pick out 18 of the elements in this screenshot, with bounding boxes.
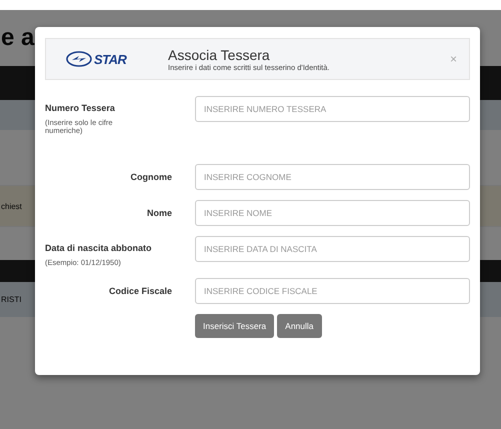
input-field[interactable]: INSERIRE NOME	[195, 200, 470, 226]
input-field[interactable]: INSERIRE CODICE FISCALE	[195, 278, 470, 304]
field-label: Codice Fiscale	[108, 286, 172, 296]
dialog-button[interactable]: Inserisci Tessera	[195, 314, 274, 338]
page-heading: e a	[1, 24, 34, 52]
input-field[interactable]: INSERIRE DATA DI NASCITA	[195, 236, 470, 262]
dialog-title: Associa Tessera	[168, 46, 271, 62]
logo-text: STAR	[94, 52, 126, 66]
input-field[interactable]: INSERIRE NUMERO TESSERA	[195, 96, 470, 122]
table-header: RISTI	[1, 295, 22, 304]
field-label: Data di nascita abbonato	[45, 243, 153, 253]
field-label: Numero Tessera	[45, 103, 116, 113]
dialog-button[interactable]: Annulla	[277, 314, 322, 338]
page-text: chiest	[1, 202, 22, 210]
field-label: Nome	[146, 208, 172, 218]
input-field[interactable]: INSERIRE COGNOME	[195, 164, 470, 190]
logo-icon	[66, 51, 92, 67]
field-label: Cognome	[130, 172, 172, 182]
